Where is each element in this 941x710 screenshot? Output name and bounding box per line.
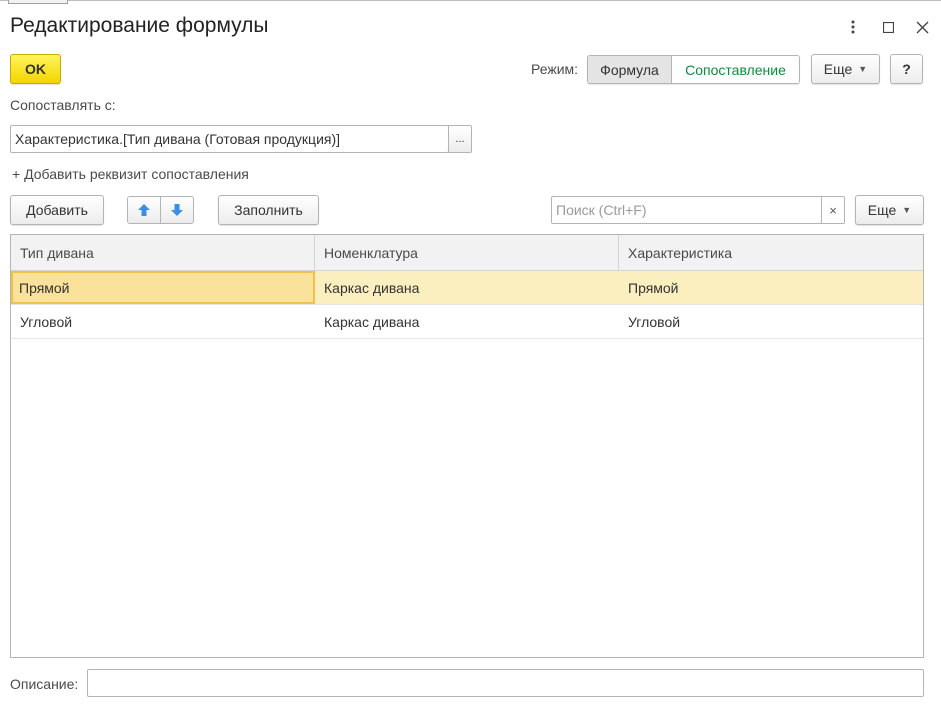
mode-switch: Формула Сопоставление <box>587 55 800 84</box>
table-cell[interactable]: Каркас дивана <box>315 271 619 304</box>
more-vertical-icon[interactable] <box>840 14 866 40</box>
search-input[interactable] <box>551 196 822 224</box>
window-top-border <box>0 0 941 4</box>
table-cell[interactable]: Прямой <box>11 271 315 304</box>
mode-formula-option[interactable]: Формула <box>588 56 672 83</box>
arrow-up-icon <box>138 204 150 216</box>
column-header-characteristic[interactable]: Характеристика <box>619 235 923 270</box>
table-cell[interactable]: Прямой <box>619 271 923 304</box>
column-header-nomenclature[interactable]: Номенклатура <box>315 235 619 270</box>
matching-table: Тип дивана Номенклатура Характеристика П… <box>10 234 924 658</box>
table-row[interactable]: Угловой Каркас дивана Угловой <box>11 305 923 339</box>
close-icon[interactable] <box>909 14 935 40</box>
more-button-label: Еще <box>823 61 853 77</box>
add-match-attribute-link[interactable]: + Добавить реквизит сопоставления <box>12 166 249 182</box>
match-with-label: Сопоставлять с: <box>10 97 116 113</box>
table-more-label: Еще <box>867 202 897 218</box>
table-header: Тип дивана Номенклатура Характеристика <box>11 235 923 271</box>
mode-label: Режим: <box>531 61 579 77</box>
description-label: Описание: <box>10 676 79 692</box>
chevron-down-icon: ▼ <box>858 64 868 74</box>
table-cell[interactable]: Угловой <box>11 305 315 338</box>
move-up-button[interactable] <box>127 196 161 224</box>
add-button[interactable]: Добавить <box>10 195 104 225</box>
table-cell[interactable]: Угловой <box>619 305 923 338</box>
column-header-sofa-type[interactable]: Тип дивана <box>11 235 315 270</box>
mode-matching-option[interactable]: Сопоставление <box>672 56 799 83</box>
clear-search-button[interactable]: × <box>821 196 845 224</box>
maximize-icon[interactable] <box>875 14 901 40</box>
more-button[interactable]: Еще ▼ <box>811 54 880 84</box>
chevron-down-icon: ▼ <box>902 205 912 215</box>
ok-button[interactable]: OK <box>10 54 61 84</box>
fill-button[interactable]: Заполнить <box>218 195 319 225</box>
move-down-button[interactable] <box>160 196 194 224</box>
previous-tab-stub[interactable] <box>8 0 68 4</box>
window-title: Редактирование формулы <box>10 14 269 37</box>
table-row[interactable]: Прямой Каркас дивана Прямой <box>11 271 923 305</box>
description-field[interactable] <box>87 669 924 697</box>
match-with-field[interactable]: Характеристика.[Тип дивана (Готовая прод… <box>10 125 449 153</box>
table-cell[interactable]: Каркас дивана <box>315 305 619 338</box>
help-button[interactable]: ? <box>890 54 923 84</box>
table-more-button[interactable]: Еще ▼ <box>855 195 924 225</box>
select-button[interactable]: ... <box>448 125 472 153</box>
arrow-down-icon <box>171 204 183 216</box>
